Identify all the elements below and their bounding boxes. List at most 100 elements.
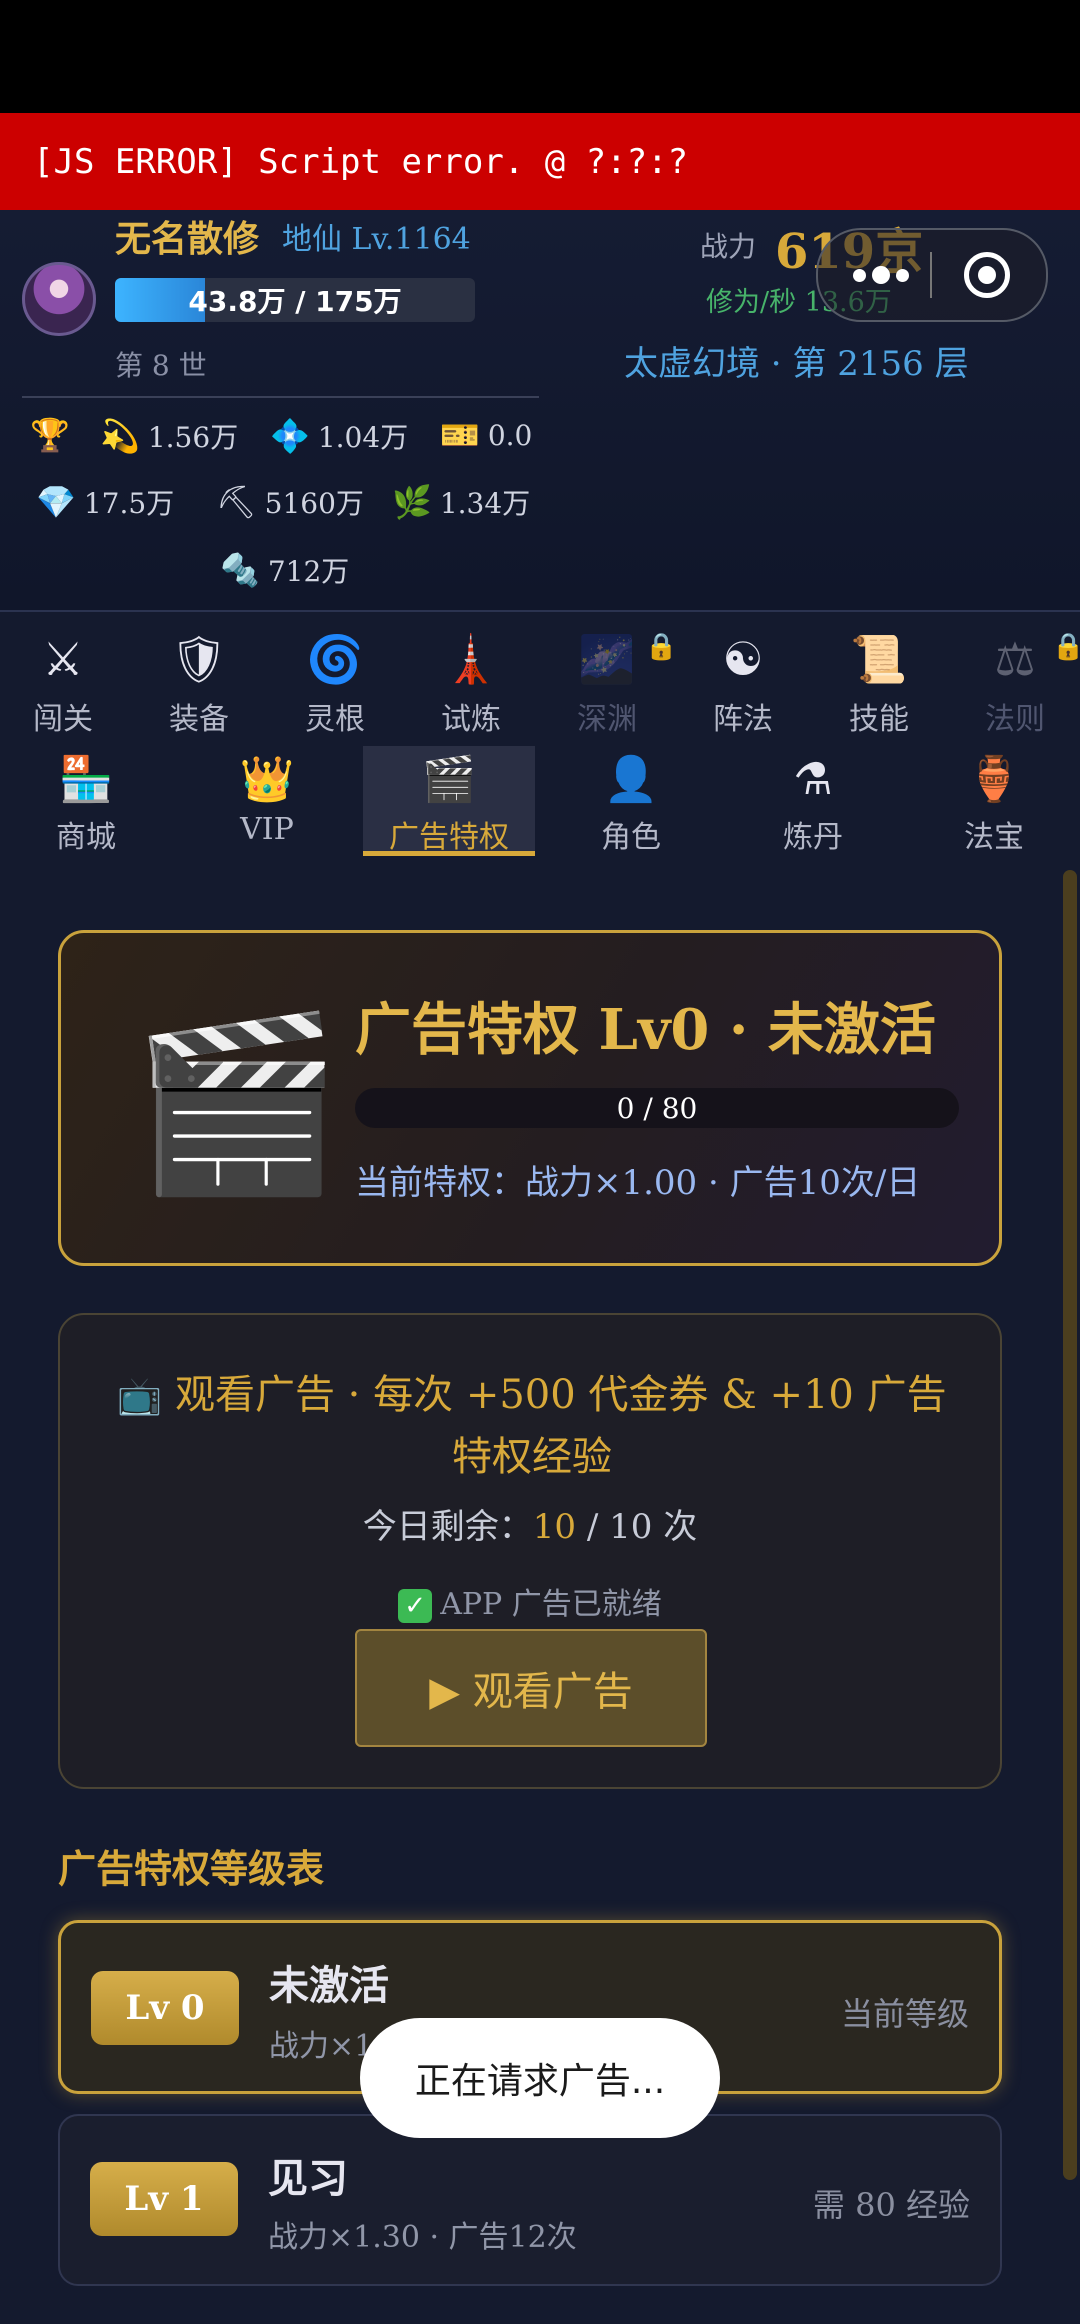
nav-character[interactable]: 👤 角色 [545, 746, 717, 856]
level-badge: Lv 1 [90, 2162, 238, 2236]
watch-ad-title: 📺 观看广告 · 每次 +500 代金券 & +10 广告特权经验 [100, 1365, 964, 1487]
nav-store[interactable]: 🏪 商城 [0, 746, 172, 856]
trophy-icon: 🏆 [30, 416, 70, 454]
watch-ad-title-text: 观看广告 · 每次 +500 代金券 & +10 广告特权经验 [174, 1372, 947, 1480]
xp-bar: 43.8万 / 175万 [115, 278, 475, 322]
nav-label: 法则 [985, 702, 1045, 737]
resource-value: 712万 [267, 555, 350, 588]
status-bar [0, 0, 1080, 113]
nav-label: 角色 [601, 820, 661, 855]
privilege-progress-bar: 0 / 80 [355, 1088, 959, 1128]
diamond-icon: 💎 [36, 483, 76, 521]
resource-value: 1.56万 [147, 421, 239, 454]
floor-progress: 太虚幻境 · 第 2156 层 [624, 344, 969, 384]
resource-ticket: 🎫 0.0 [440, 416, 532, 454]
tv-icon: 📺 [117, 1376, 163, 1417]
resource-value: 5160万 [264, 487, 364, 520]
store-icon: 🏪 [58, 754, 114, 805]
nav-treasure[interactable]: 🏺 法宝 [908, 746, 1080, 856]
avatar[interactable] [22, 262, 96, 336]
miniprogram-capsule [816, 228, 1048, 322]
bolt-icon: 🔩 [220, 551, 260, 589]
level-name: 未激活 [269, 1962, 389, 2009]
tower-icon: 🗼 [442, 632, 500, 686]
scrollbar[interactable] [1063, 870, 1077, 2180]
clapper-icon: 🎬 [421, 754, 477, 805]
level-requirement: 需 80 经验 [812, 2186, 970, 2224]
flask-icon: ⚗ [793, 754, 833, 805]
nav-label: 商城 [56, 820, 116, 855]
nav-skills[interactable]: 📜 技能 [819, 630, 939, 738]
crossed-swords-icon: ⚔ [42, 632, 84, 686]
spiral-icon: 🌀 [306, 632, 364, 686]
level-status: 当前等级 [840, 1995, 969, 2033]
remaining-value: 10 [532, 1507, 577, 1547]
remaining-count: 今日剩余：10 / 10 次 [60, 1499, 1000, 1548]
nav-alchemy[interactable]: ⚗ 炼丹 [727, 746, 899, 856]
nav-label: 深渊 [577, 702, 637, 737]
nav-label: 装备 [169, 702, 229, 737]
resource-comet: 💫 1.56万 [100, 416, 238, 456]
crystal-icon: 💠 [270, 417, 310, 455]
nav-label: 法宝 [964, 820, 1024, 855]
level-table-title: 广告特权等级表 [58, 1846, 325, 1891]
nav-label: 试炼 [441, 702, 501, 737]
nav-label: 闯关 [33, 702, 93, 737]
privilege-progress-text: 0 / 80 [616, 1091, 698, 1125]
nav-label: 广告特权 [389, 820, 509, 855]
lock-icon: 🔒 [1052, 632, 1080, 662]
resource-value: 17.5万 [83, 487, 175, 520]
nav-spirit-root[interactable]: 🌀 灵根 [275, 630, 395, 738]
current-privilege: 当前特权：战力×1.00 · 广告10次/日 [355, 1163, 921, 1203]
crown-icon: 👑 [239, 754, 295, 805]
yin-yang-icon: ☯ [722, 632, 764, 686]
resource-crystal: 💠 1.04万 [270, 416, 408, 456]
privilege-title: 广告特权 Lv0 · 未激活 [355, 997, 936, 1063]
resource-pickaxe: ⛏ 5160万 [216, 482, 364, 522]
level-badge: Lv 0 [91, 1971, 239, 2045]
nav-label: 技能 [849, 702, 909, 737]
divider [22, 396, 539, 398]
checkmark-icon: ✓ [398, 1589, 433, 1623]
resource-diamond: 💎 17.5万 [36, 482, 174, 522]
ticket-icon: 🎫 [440, 416, 480, 454]
resource-value: 1.34万 [439, 487, 531, 520]
level-row[interactable]: Lv 1 见习 战力×1.30 · 广告12次 需 80 经验 [58, 2114, 1002, 2286]
resource-bolt: 🔩 712万 [220, 550, 349, 590]
nav-label: 阵法 [713, 702, 773, 737]
nav-label: 炼丹 [783, 820, 843, 855]
resource-trophy: 🏆 [30, 416, 70, 454]
nav-ad-privilege[interactable]: 🎬 广告特权 [363, 746, 535, 856]
level-desc: 战力×1.30 · 广告12次 [268, 2220, 577, 2255]
nav-vip[interactable]: 👑 VIP [181, 746, 353, 856]
resource-herb: 🌿 1.34万 [392, 482, 530, 522]
player-realm-level: 地仙 Lv.1164 [282, 214, 471, 258]
privilege-card: 🎬 广告特权 Lv0 · 未激活 0 / 80 当前特权：战力×1.00 · 广… [58, 930, 1002, 1266]
resource-value: 0.0 [487, 418, 533, 452]
pickaxe-icon: ⛏ [216, 483, 257, 521]
nav-challenge[interactable]: ⚔ 闯关 [3, 630, 123, 738]
player-name: 无名散修 [115, 218, 260, 260]
herb-icon: 🌿 [392, 483, 432, 521]
capsule-divider [930, 252, 932, 298]
person-icon: 👤 [603, 754, 659, 805]
more-options-icon[interactable] [846, 248, 916, 302]
comet-icon: 💫 [100, 417, 140, 455]
close-target-icon[interactable] [964, 252, 1010, 298]
ad-ready-text: APP 广告已就绪 [440, 1587, 662, 1622]
nav-equipment[interactable]: 🛡 装备 [139, 630, 259, 738]
level: Lv.1164 [351, 222, 471, 257]
lock-icon: 🔒 [645, 632, 678, 662]
loading-toast: 正在请求广告... [360, 2018, 720, 2138]
nav-label: 灵根 [305, 702, 365, 737]
nav-trial[interactable]: 🗼 试炼 [411, 630, 531, 738]
shield-icon: 🛡 [169, 632, 229, 686]
level-name: 见习 [268, 2155, 348, 2202]
watch-ad-button[interactable]: ▶ 观看广告 [355, 1629, 707, 1747]
realm: 地仙 [282, 222, 342, 257]
remaining-total: / 10 次 [576, 1507, 698, 1547]
js-error-banner: [JS ERROR] Script error. @ ?:?:? [0, 113, 1080, 210]
resource-value: 1.04万 [317, 421, 409, 454]
generation: 第 8 世 [115, 349, 207, 382]
nav-formation[interactable]: ☯ 阵法 [683, 630, 803, 738]
